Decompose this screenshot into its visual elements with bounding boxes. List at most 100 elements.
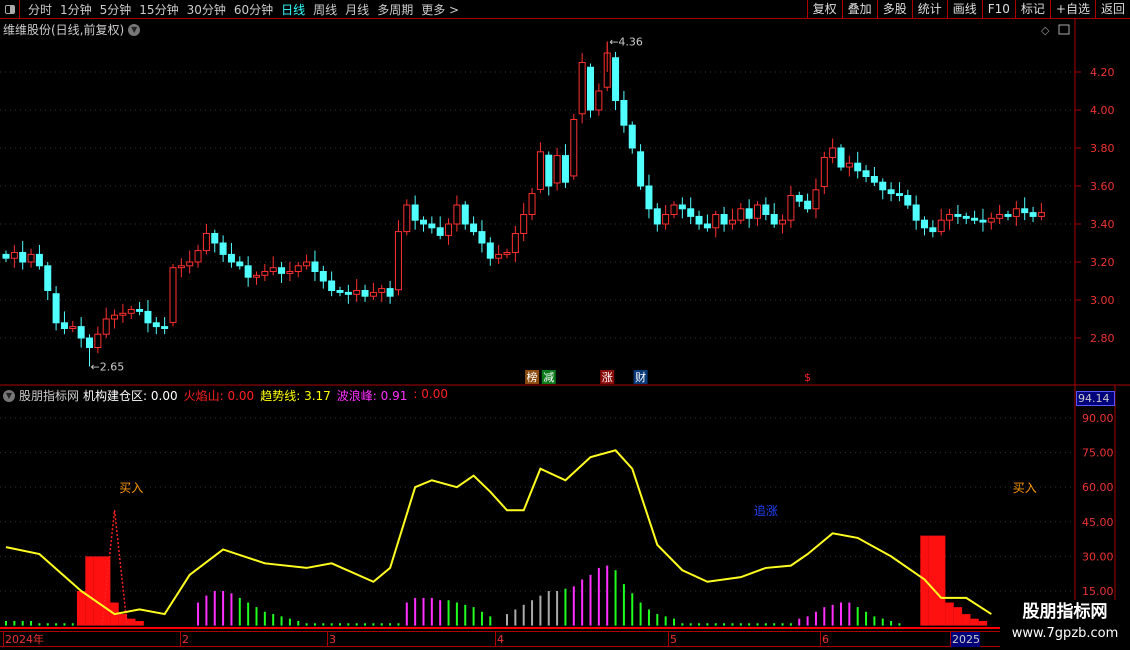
candle-body [69,326,77,330]
indicator-field: 趋势线: 3.17 [260,387,331,404]
candle-body [879,181,887,191]
candle-body [119,312,127,316]
price-tick-label: 4.00 [1090,104,1115,117]
candle-body [837,147,845,168]
flame-bar [102,556,111,626]
candle-body [152,322,160,328]
candle-body [520,214,528,234]
flame-bar [76,590,86,626]
price-tick-label: 2.80 [1090,332,1115,345]
candle-body [812,189,820,210]
diamond-icon: ◇ [1041,24,1050,37]
candle-body [929,227,937,233]
candle-body [921,219,928,229]
candle-body [161,326,169,330]
candle-body [495,253,503,259]
field-label: 趋势线: [260,389,301,403]
price-tick-label: 3.00 [1090,294,1115,307]
candle-body [286,271,294,274]
candle-body [202,233,210,252]
candle-body [253,274,260,278]
indicator-tick-label: 15.00 [1082,585,1114,598]
event-tag: 减 [543,371,554,384]
candle-body [829,147,837,158]
candle-body [411,204,419,221]
candle-body [136,309,144,312]
indicator-field: 波浪峰: 0.91 [337,387,408,404]
price-tick-label: 3.40 [1090,218,1115,231]
flame-bar [978,620,988,626]
flame-bar [945,602,954,626]
trend-line [5,449,992,616]
flame-bar [962,614,971,626]
candle-body [637,151,645,187]
candle-body [754,204,761,219]
candle-body [996,214,1004,219]
candle-body [361,290,369,297]
candle-body [720,214,728,225]
candle-body [570,119,578,177]
candle-body [1029,212,1037,217]
candle-body [445,223,453,236]
candle-body [971,217,979,221]
candle-body [328,280,336,291]
watermark-cn: 股朋指标网 [1022,602,1108,622]
panel-icon [1058,24,1070,35]
indicator-tick-label: 90.00 [1082,412,1114,425]
indicator-dropdown-icon[interactable]: ▼ [3,389,15,402]
indicator-annotation: 买入 [1013,481,1037,495]
candle-body [303,261,311,267]
candle-body [52,293,60,324]
candle-body [336,290,344,293]
flame-bar [118,614,128,626]
candle-body [545,154,553,187]
candle-body [904,195,912,206]
flame-bar [928,535,938,626]
candle-body [528,193,536,216]
candle-body [937,219,945,233]
candle-body [453,204,461,225]
chart-canvas: ◇ 4.20 4.00 3.80 3.60 3.40 3.20 3.00 2.80 90.00 75… [0,19,1130,647]
candle-body [236,261,244,267]
candle-body [745,208,753,219]
flame-bar [953,607,963,626]
event-tag: 涨 [602,371,613,384]
candle-body [269,267,277,273]
candle-body [770,214,778,225]
candle-body [35,253,43,267]
candle-body [344,291,352,295]
candle-body [394,231,402,291]
candle-body [687,208,695,217]
indicator-annotation: 追涨 [754,503,778,518]
flame-bar [937,535,946,626]
candle-body [870,176,878,183]
candle-body [645,185,653,210]
time-label: 2025/ [950,632,980,647]
flame-bar [970,618,979,626]
candle-body [670,204,678,215]
flame-bar [135,620,144,626]
candle-body [77,326,85,339]
candle-body [628,124,636,149]
candle-body [294,265,302,272]
candle-body [102,318,110,335]
candle-body [2,253,10,259]
candle-body [177,265,185,269]
indicator-tick-label: 75.00 [1082,447,1114,460]
indicator-annotation: 买入 [119,481,143,495]
candle-body [662,214,670,225]
candle-body [186,261,194,267]
candle-body [962,215,970,219]
candle-body [369,291,377,297]
candle-body [820,157,828,188]
candle-body [219,242,227,255]
candle-body [10,252,18,259]
candle-body [86,337,93,348]
field-value: 0.00 [147,389,178,403]
time-label: 2024年 [3,632,44,647]
candle-body [261,271,269,276]
candle-body [536,151,544,190]
time-label: 4 [495,632,504,647]
field-label: 波浪峰: [336,389,377,403]
indicator-tick-label: 45.00 [1082,516,1114,529]
